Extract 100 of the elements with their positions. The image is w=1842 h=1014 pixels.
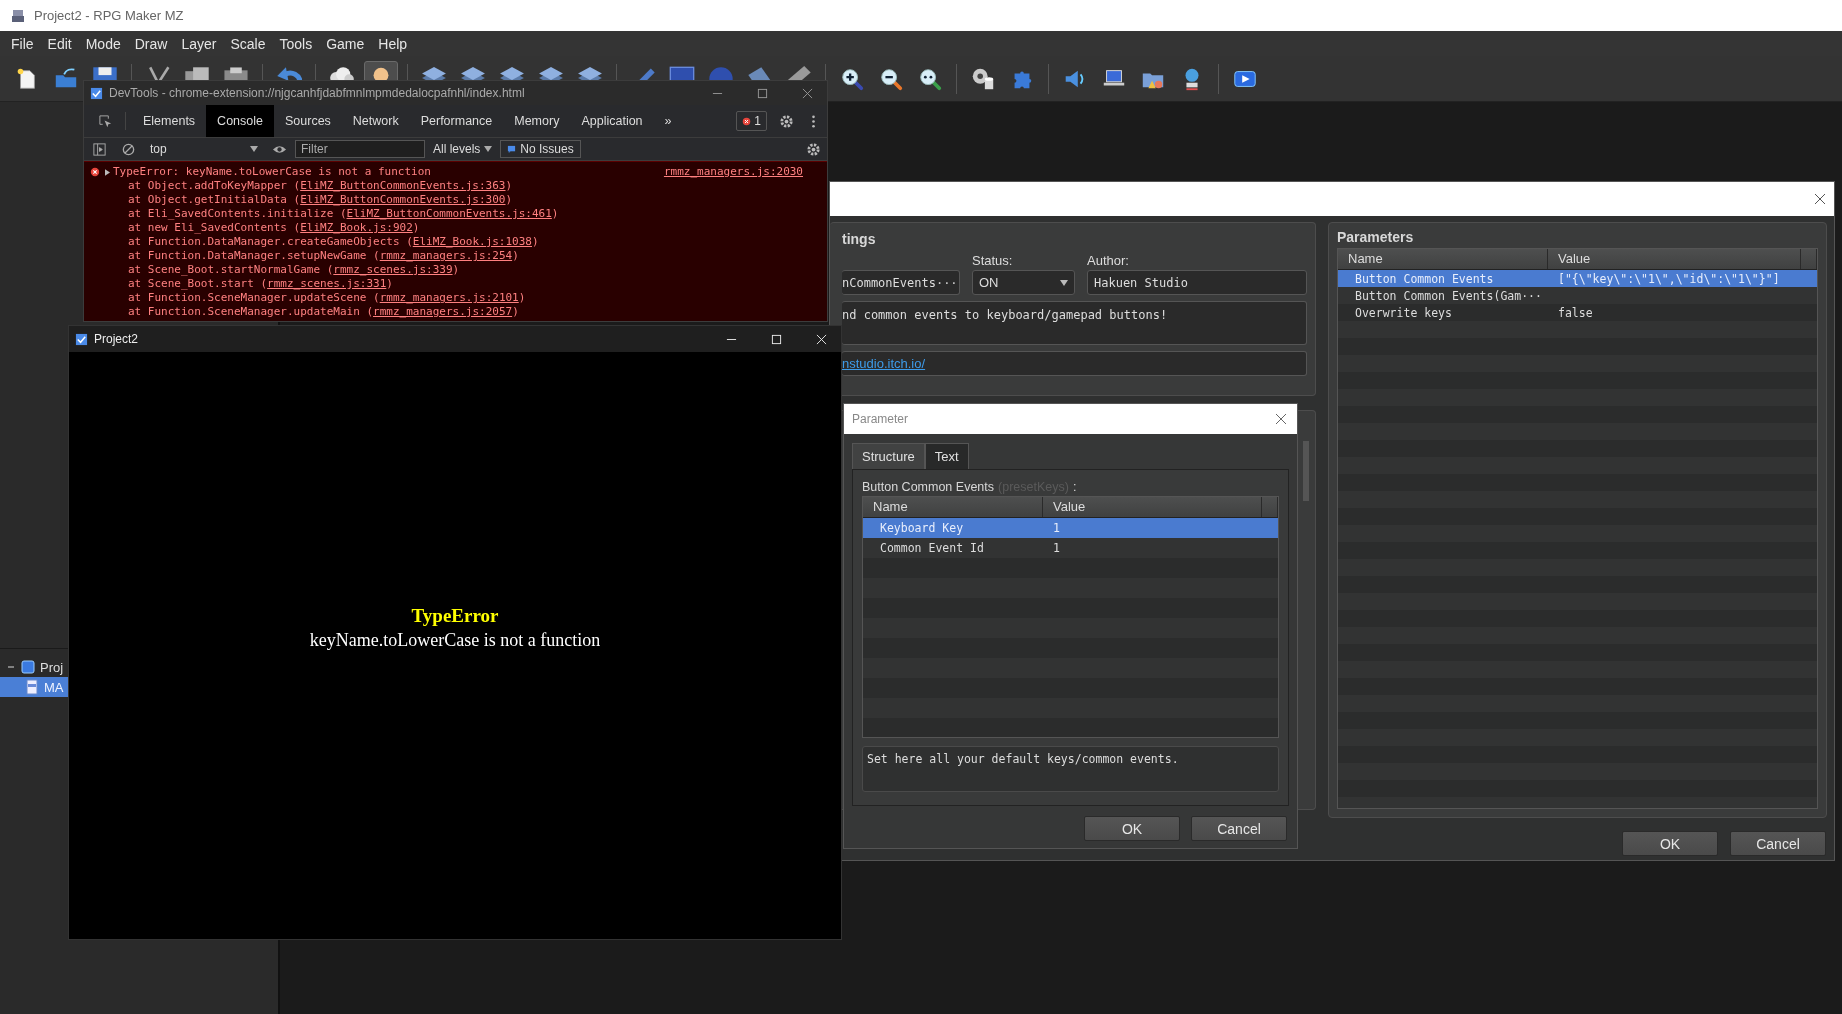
filter-field[interactable]: Filter (295, 140, 425, 158)
tab[interactable]: Console (206, 105, 274, 137)
dialog-button[interactable]: Cancel (1730, 831, 1826, 856)
parameter-label: Button Common Events (862, 480, 994, 494)
field-label: Status: (972, 253, 1014, 268)
source-link[interactable]: EliMZ_Book.js:1038 (412, 235, 532, 248)
tab[interactable]: Text (924, 443, 969, 469)
source-link[interactable]: rmmz_scenes.js:331 (267, 277, 387, 290)
tab[interactable]: Elements (132, 105, 207, 137)
dialog-button[interactable]: Cancel (1191, 816, 1287, 841)
source-link[interactable]: rmmz_scenes.js:339 (333, 263, 453, 276)
menu-item[interactable]: File (4, 35, 41, 52)
author-field[interactable]: Hakuen Studio (1087, 270, 1307, 295)
tree-item[interactable]: MA (0, 677, 68, 697)
clear-icon[interactable] (121, 141, 136, 157)
stack-line: at Scene_Boot.start (rmmz_scenes.js:331) (127, 277, 394, 291)
source-link[interactable]: EliMZ_ButtonCommonEvents.js:461 (346, 207, 552, 220)
more-tabs-button[interactable]: » (653, 105, 683, 137)
window-title: DevTools - chrome-extension://njgcanhfjdabfmnlmpmdedalocpafnhl/index.html (109, 86, 525, 100)
column-header: Value (1043, 497, 1262, 517)
table-cell-text: 1 (1052, 521, 1061, 535)
error-message: keyName.toLowerCase is not a function (309, 630, 601, 651)
stack-line: at new Eli_SavedContents (EliMZ_Book.js:902) (127, 221, 421, 235)
table-row[interactable]: Button Common Events ["{\"key\":\"1\",\"id\":\"1\"}"] (1338, 270, 1817, 287)
column-header: Value (1548, 249, 1801, 269)
table-cell-text: Keyboard Key (879, 521, 965, 535)
tab[interactable]: Network (341, 105, 410, 137)
stack-line: at Function.SceneManager.updateScene (rmmz_managers.js:2101) (127, 291, 527, 305)
error-count: 1 (754, 114, 761, 128)
menu-item[interactable]: Help (371, 35, 415, 52)
app-icon (10, 7, 26, 24)
context-select[interactable]: top (144, 142, 264, 156)
source-link[interactable]: rmmz_managers.js:254 (379, 249, 513, 262)
status-select[interactable]: ON (972, 270, 1075, 295)
table-cell-text: false (1557, 305, 1594, 320)
error-icon (742, 116, 752, 126)
menu-item[interactable]: Scale (223, 35, 273, 52)
column-header: Name (863, 497, 1043, 517)
source-link[interactable]: EliMZ_ButtonCommonEvents.js:300 (300, 193, 506, 206)
source-link[interactable]: rmmz_managers.js:2057 (373, 305, 513, 318)
window-title: Project2 - RPG Maker MZ (34, 8, 184, 23)
dialog-title: Parameter (852, 412, 909, 426)
settings-icon[interactable] (779, 113, 794, 129)
table-cell-text: 1 (1052, 541, 1061, 555)
expand-icon[interactable] (105, 168, 110, 176)
menu-item[interactable]: Edit (40, 35, 79, 52)
source-link[interactable]: rmmz_managers.js:2101 (379, 291, 519, 304)
source-link[interactable]: EliMZ_ButtonCommonEvents.js:363 (300, 179, 506, 192)
menu-item[interactable]: Mode (78, 35, 128, 52)
panel-heading: Parameters (1337, 229, 1415, 245)
tab[interactable]: Memory (503, 105, 571, 137)
map-page-icon (24, 679, 40, 695)
name-field[interactable]: nCommonEvents··· (842, 270, 960, 295)
menu-item[interactable]: Draw (127, 35, 175, 52)
caret-icon (250, 146, 258, 152)
table-row[interactable]: Overwrite keys false (1338, 304, 1817, 321)
stack-line: at Function.DataManager.createGameObjects (EliMZ_Book.js:1038) (127, 235, 540, 249)
source-link[interactable]: EliMZ_Book.js:902 (300, 221, 413, 234)
table-cell-text: Overwrite keys (1354, 305, 1453, 320)
table-row[interactable]: Common Event Id 1 (863, 538, 1278, 558)
table-row[interactable]: Keyboard Key 1 (863, 518, 1278, 538)
tab[interactable]: Sources (274, 105, 342, 137)
error-message: TypeError: keyName.toLowerCase is not a function (113, 165, 431, 179)
stack-line: at Function.DataManager.setupNewGame (rmmz_managers.js:254) (127, 249, 520, 263)
error-title: TypeError (411, 605, 499, 627)
table-cell-text: Common Event Id (879, 541, 985, 555)
issues-button[interactable]: No Issues (500, 140, 581, 158)
menu-item[interactable]: Tools (272, 35, 320, 52)
sidebar-icon[interactable] (92, 141, 107, 157)
settings-icon[interactable] (806, 141, 821, 157)
tab[interactable]: Performance (409, 105, 504, 137)
close-icon[interactable] (1275, 413, 1287, 425)
column-header: Name (1338, 249, 1548, 269)
cube-icon (20, 659, 36, 675)
stack-line: at Object.getInitialData (EliMZ_ButtonCommonEvents.js:300) (127, 193, 514, 207)
description-field[interactable]: nd common events to keyboard/gamepad buttons! (842, 301, 1307, 345)
close-icon[interactable] (1814, 193, 1826, 205)
error-badge[interactable]: 1 (736, 111, 767, 131)
tab[interactable]: Application (570, 105, 654, 137)
table-cell-text: ["{\"key\":\"1\",\"id\":\"1\"}"] (1557, 271, 1781, 286)
field-label: Author: (1087, 253, 1130, 268)
levels-select[interactable]: All levels (427, 142, 499, 156)
caret-icon (484, 146, 493, 152)
tab[interactable]: Structure (852, 443, 925, 469)
table-row[interactable]: Button Common Events(Gam··· (1338, 287, 1817, 304)
dialog-button[interactable]: OK (1622, 831, 1718, 856)
dialog-button[interactable]: OK (1084, 816, 1180, 841)
stack-line: at Function.SceneManager.updateMain (rmmz_managers.js:2057) (127, 305, 520, 319)
message-icon (507, 144, 517, 154)
url-link[interactable]: nstudio.itch.io/ (842, 356, 926, 371)
menu-item[interactable]: Layer (174, 35, 224, 52)
undo-arrow-icon (276, 65, 302, 81)
caret-icon (1060, 279, 1068, 286)
tree-item[interactable]: Proj (0, 657, 68, 677)
table-cell-text: Button Common Events(Gam··· (1354, 288, 1543, 303)
stack-line: at Object.addToKeyMapper (EliMZ_ButtonCommonEvents.js:363) (127, 179, 514, 193)
menu-item[interactable]: Game (319, 35, 372, 52)
source-link[interactable]: rmmz_managers.js:2030 (663, 165, 803, 179)
inspect-icon[interactable] (98, 113, 113, 129)
stack-line: at Eli_SavedContents.initialize (EliMZ_ButtonCommonEvents.js:461) (127, 207, 560, 221)
